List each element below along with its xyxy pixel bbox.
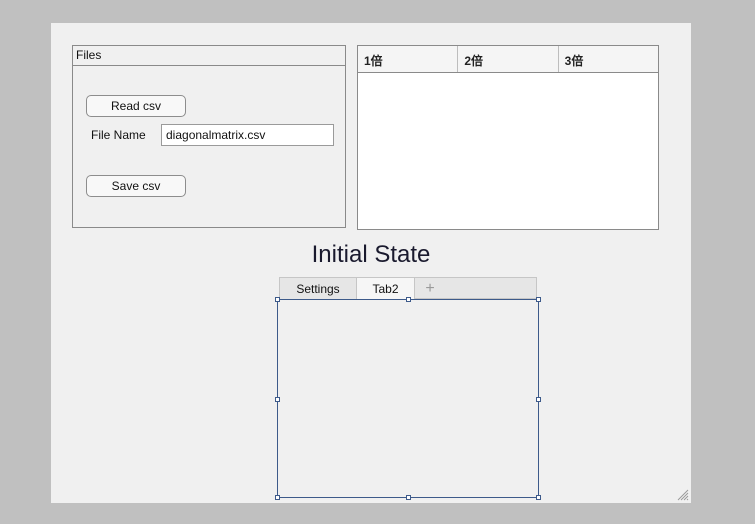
resize-handle-left[interactable] xyxy=(275,397,280,402)
resize-handle-top-left[interactable] xyxy=(275,297,280,302)
save-csv-button[interactable]: Save csv xyxy=(86,175,186,197)
resize-handle-bottom[interactable] xyxy=(406,495,411,500)
resize-handle-right[interactable] xyxy=(536,397,541,402)
window-resize-grip-icon[interactable] xyxy=(677,489,689,501)
app-canvas: Files Read csv File Name diagonalmatrix.… xyxy=(51,23,691,503)
file-name-field[interactable]: diagonalmatrix.csv xyxy=(161,124,334,146)
read-csv-button[interactable]: Read csv xyxy=(86,95,186,117)
tab-content-area[interactable] xyxy=(275,297,541,500)
table-header: 1倍 2倍 3倍 xyxy=(358,46,658,73)
column-header-2[interactable]: 2倍 xyxy=(458,46,559,72)
tab-tab2[interactable]: Tab2 xyxy=(357,278,415,299)
add-tab-icon[interactable]: + xyxy=(415,278,445,299)
resize-handle-top-right[interactable] xyxy=(536,297,541,302)
resize-handle-top[interactable] xyxy=(406,297,411,302)
files-panel-title: Files xyxy=(73,46,345,66)
resize-handle-bottom-right[interactable] xyxy=(536,495,541,500)
state-title: Initial State xyxy=(311,241,431,268)
file-name-label: File Name xyxy=(91,128,146,142)
files-panel: Files Read csv File Name diagonalmatrix.… xyxy=(72,45,346,228)
tab-settings[interactable]: Settings xyxy=(280,278,357,299)
tab-strip: Settings Tab2 + xyxy=(279,277,537,299)
column-header-3[interactable]: 3倍 xyxy=(559,46,658,72)
data-table[interactable]: 1倍 2倍 3倍 xyxy=(357,45,659,230)
resize-handle-bottom-left[interactable] xyxy=(275,495,280,500)
column-header-1[interactable]: 1倍 xyxy=(358,46,459,72)
